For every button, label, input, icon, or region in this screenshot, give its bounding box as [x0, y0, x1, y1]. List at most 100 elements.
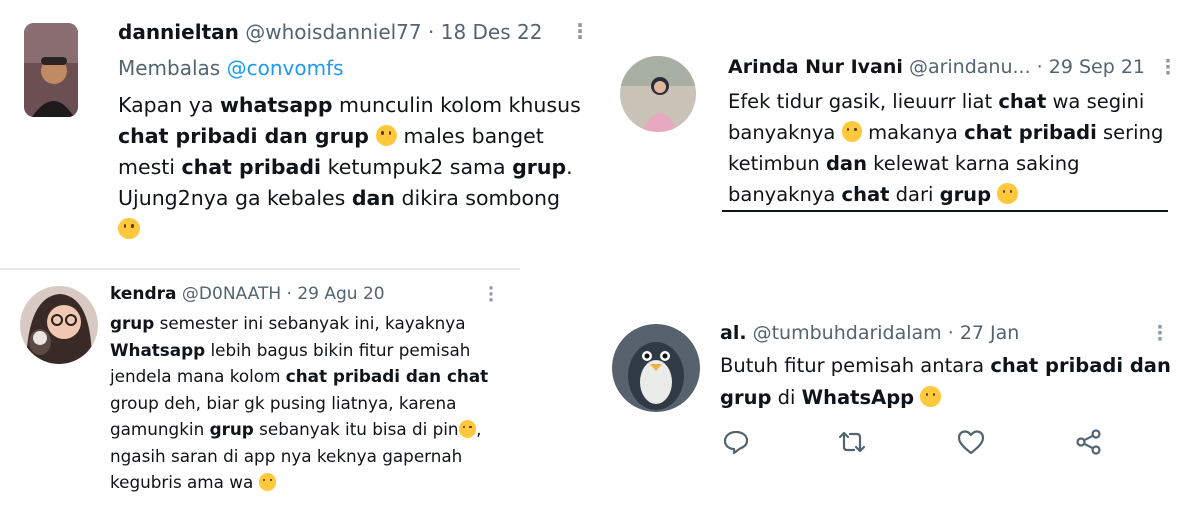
reply-handle[interactable]: @convomfs — [227, 56, 344, 80]
tweet-al: al. @tumbuhdaridalam · 27 Jan · · · Butuh … — [600, 262, 1200, 510]
avatar-photo — [620, 56, 696, 132]
tweet-text-line: ketimbun dan kelewat karna saking — [728, 148, 1198, 179]
dot-separator: · — [421, 20, 441, 44]
text-segment: . — [566, 155, 573, 179]
text-segment: dari — [889, 183, 940, 206]
user-name[interactable]: dannieltan — [118, 20, 239, 44]
dot-separator: · — [1030, 56, 1049, 78]
bold-keyword: chat pribadi — [964, 121, 1097, 144]
bold-keyword: chat — [841, 183, 890, 206]
user-name[interactable]: Arinda Nur Ivani — [728, 56, 903, 78]
divider — [722, 210, 1168, 212]
tweet-text: Efek tidur gasik, lieuurr liat chat wa s… — [728, 86, 1198, 210]
avatar[interactable] — [20, 286, 98, 364]
bold-keyword: dan — [351, 186, 395, 210]
text-segment: kegubris ama wa — [110, 472, 259, 492]
text-segment: sebanyak itu bisa di pin — [253, 419, 459, 439]
bold-keyword: WhatsApp — [801, 386, 915, 409]
more-vertical-icon[interactable]: · · · — [486, 281, 496, 310]
avatar[interactable] — [24, 23, 78, 117]
reply-icon — [723, 430, 749, 455]
tweet-header: dannieltan @whoisdanniel77 · 18 Des 22 — [118, 20, 542, 44]
text-segment: munculin kolom khusus — [332, 93, 581, 117]
text-segment: males banget — [397, 124, 544, 148]
tweet-text-line: Kapan ya whatsapp munculin kolom khusus — [118, 90, 598, 121]
bold-keyword: chat pribadi dan grup — [118, 124, 369, 148]
text-segment: mesti — [118, 155, 182, 179]
tweet-arinda: Arinda Nur Ivani @arindanu... · 29 Sep 2… — [600, 0, 1200, 262]
tweet-header: Arinda Nur Ivani @arindanu... · 29 Sep 2… — [728, 56, 1145, 78]
bold-keyword: grup — [939, 183, 992, 206]
bold-keyword: chat pribadi dan — [990, 354, 1171, 377]
tweet-text-line: group deh, biar gk pusing liatnya, karen… — [110, 390, 515, 417]
share-button[interactable] — [1074, 428, 1104, 456]
tweet-text-line: chat pribadi dan grup males banget — [118, 121, 598, 152]
reply-prefix: Membalas — [118, 56, 227, 80]
bold-keyword: grup — [512, 155, 567, 179]
avatar[interactable] — [620, 56, 696, 132]
share-icon — [1076, 429, 1101, 455]
tweet-text-line: grup semester ini sebanyak ini, kayaknya — [110, 310, 515, 337]
user-handle[interactable]: @D0NAATH — [182, 284, 281, 304]
text-segment: semester ini sebanyak ini, kayaknya — [154, 313, 466, 333]
text-segment: ketumpuk2 sama — [321, 155, 513, 179]
more-vertical-icon[interactable]: · · · — [1163, 52, 1173, 83]
emoji-face-icon — [997, 183, 1018, 204]
retweet-button[interactable] — [836, 428, 868, 456]
tweet-text-line: gamungkin grup sebanyak itu bisa di pin, — [110, 416, 515, 443]
tweet-kendra: kendra @D0NAATH · 29 Agu 20 · · · grup sem… — [0, 270, 520, 510]
text-segment: banyaknya — [728, 121, 842, 144]
bold-keyword: chat — [998, 90, 1047, 113]
tweet-date[interactable]: 29 Sep 21 — [1049, 56, 1145, 78]
text-segment: banyaknya — [728, 183, 842, 206]
user-name[interactable]: al. — [720, 322, 747, 344]
text-segment: dikira sombong — [394, 186, 561, 210]
avatar[interactable] — [612, 324, 700, 412]
user-handle[interactable]: @arindanu... — [909, 56, 1031, 78]
tweet-text-line: Whatsapp lebih bagus bikin fitur pemisah — [110, 337, 515, 364]
tweet-text: Butuh fitur pemisah antara chat pribadi … — [720, 350, 1190, 414]
tweet-text-line: Butuh fitur pemisah antara chat pribadi … — [720, 350, 1190, 382]
tweet-text-line: jendela mana kolom chat pribadi dan chat — [110, 363, 515, 390]
text-segment: ketimbun — [728, 152, 826, 175]
bold-keyword: chat pribadi dan chat — [285, 366, 489, 386]
bold-keyword: dan — [825, 152, 867, 175]
reply-button[interactable] — [722, 428, 750, 456]
text-segment: , — [476, 419, 482, 439]
bold-keyword: whatsapp — [219, 93, 333, 117]
tweet-date[interactable]: 27 Jan — [960, 322, 1020, 344]
tweet-text-line: banyaknya chat dari grup — [728, 179, 1198, 210]
dot-separator: · — [281, 284, 298, 304]
emoji-face-icon — [841, 121, 862, 142]
tweet-text-line: ngasih saran di app nya keknya gapernah — [110, 443, 515, 470]
text-segment: di — [771, 386, 802, 409]
text-segment: sering — [1096, 121, 1164, 144]
tweet-text-line: mesti chat pribadi ketumpuk2 sama grup. — [118, 152, 598, 183]
like-button[interactable] — [956, 428, 986, 456]
text-segment: gamungkin — [110, 419, 210, 439]
text-segment: kelewat karna saking — [866, 152, 1080, 175]
emoji-face-icon — [118, 217, 140, 240]
tweet-text: Kapan ya whatsapp munculin kolom khusus c… — [118, 90, 598, 245]
user-name[interactable]: kendra — [110, 284, 177, 304]
tweet-header: kendra @D0NAATH · 29 Agu 20 — [110, 284, 385, 304]
user-handle[interactable]: @tumbuhdaridalam — [753, 322, 942, 344]
text-segment: wa segini — [1046, 90, 1145, 113]
text-segment: lebih bagus bikin fitur pemisah — [205, 339, 471, 360]
tweet-date[interactable]: 29 Agu 20 — [297, 284, 384, 304]
text-segment: makanya — [861, 121, 965, 144]
tweet-header: al. @tumbuhdaridalam · 27 Jan — [720, 322, 1019, 344]
tweet-dannieltan: dannieltan @whoisdanniel77 · 18 Des 22 ·… — [0, 0, 600, 270]
bold-keyword: grup — [720, 386, 772, 409]
tweet-text-line: kegubris ama wa — [110, 469, 515, 496]
text-segment: jendela mana kolom — [110, 366, 286, 386]
text-segment: Kapan ya — [118, 93, 220, 117]
user-handle[interactable]: @whoisdanniel77 — [245, 20, 421, 44]
bold-keyword: grup — [209, 419, 254, 439]
more-vertical-icon[interactable]: · · · — [575, 15, 585, 47]
bold-keyword: chat pribadi — [181, 155, 322, 179]
text-segment: group deh, biar gk pusing liatnya, karen… — [110, 392, 457, 413]
tweet-date[interactable]: 18 Des 22 — [441, 20, 543, 44]
more-vertical-icon[interactable]: · · · — [1155, 318, 1165, 349]
avatar-photo — [20, 286, 98, 364]
